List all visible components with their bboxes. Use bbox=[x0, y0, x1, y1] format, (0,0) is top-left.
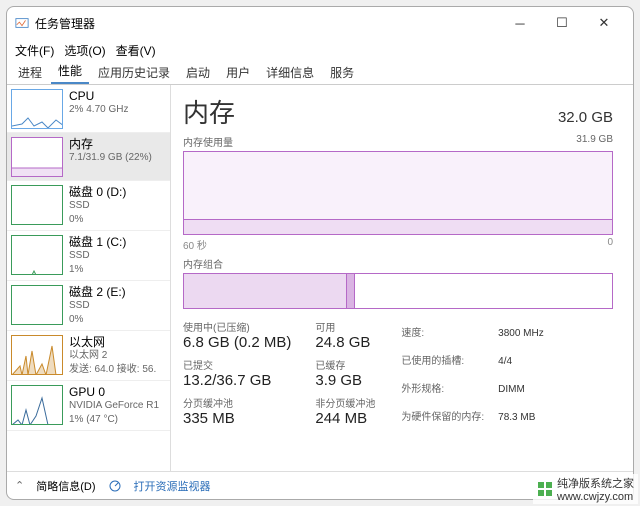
tab-processes[interactable]: 进程 bbox=[11, 61, 49, 84]
window-title: 任务管理器 bbox=[35, 15, 95, 32]
cpu-thumb bbox=[11, 89, 63, 129]
app-icon bbox=[15, 16, 29, 30]
tab-services[interactable]: 服务 bbox=[323, 61, 361, 84]
tab-details[interactable]: 详细信息 bbox=[259, 61, 321, 84]
mem-thumb bbox=[11, 137, 63, 177]
disk0-thumb bbox=[11, 185, 63, 225]
form-value: DIMM bbox=[498, 377, 544, 403]
tab-performance[interactable]: 性能 bbox=[51, 59, 89, 84]
disk1-thumb bbox=[11, 235, 63, 275]
cached-label: 已缓存 bbox=[315, 357, 375, 372]
panel-title: 内存 bbox=[183, 93, 235, 130]
usage-label: 内存使用量 bbox=[183, 134, 233, 149]
minimize-button[interactable]: ─ bbox=[499, 9, 541, 37]
hwreserved-value: 78.3 MB bbox=[498, 405, 544, 431]
eth-thumb bbox=[11, 335, 63, 375]
sidebar: CPU2% 4.70 GHz 内存7.1/31.9 GB (22%) 磁盘 0 … bbox=[7, 85, 171, 471]
usage-max: 31.9 GB bbox=[576, 134, 613, 149]
close-button[interactable]: ✕ bbox=[583, 9, 625, 37]
titlebar[interactable]: 任务管理器 ─ ☐ ✕ bbox=[7, 7, 633, 39]
paged-label: 分页缓冲池 bbox=[183, 395, 291, 410]
nonpaged-value: 244 MB bbox=[315, 410, 375, 427]
watermark: 纯净版系统之家 www.cwjzy.com bbox=[533, 474, 638, 504]
sidebar-item-memory[interactable]: 内存7.1/31.9 GB (22%) bbox=[7, 133, 170, 181]
composition-label: 内存组合 bbox=[183, 256, 223, 271]
menubar: 文件(F) 选项(O) 查看(V) bbox=[7, 39, 633, 61]
memory-usage-chart bbox=[183, 151, 613, 235]
speed-value: 3800 MHz bbox=[498, 321, 544, 347]
sidebar-item-ethernet[interactable]: 以太网以太网 2发送: 64.0 接收: 56. bbox=[7, 331, 170, 381]
memory-composition-chart bbox=[183, 273, 613, 309]
slots-value: 4/4 bbox=[498, 349, 544, 375]
avail-value: 24.8 GB bbox=[315, 334, 375, 351]
main-panel: 内存 32.0 GB 内存使用量 31.9 GB 60 秒 0 内存组合 使用中(已… bbox=[171, 85, 633, 471]
resmon-icon bbox=[108, 479, 122, 493]
tab-history[interactable]: 应用历史记录 bbox=[91, 61, 177, 84]
fewer-details-link[interactable]: 简略信息(D) bbox=[36, 478, 95, 494]
avail-label: 可用 bbox=[315, 319, 375, 334]
nonpaged-label: 非分页缓冲池 bbox=[315, 395, 375, 410]
menu-file[interactable]: 文件(F) bbox=[15, 42, 54, 59]
task-manager-window: 任务管理器 ─ ☐ ✕ 文件(F) 选项(O) 查看(V) 进程 性能 应用历史… bbox=[6, 6, 634, 500]
sidebar-item-disk1[interactable]: 磁盘 1 (C:)SSD1% bbox=[7, 231, 170, 281]
cached-value: 3.9 GB bbox=[315, 372, 375, 389]
tab-users[interactable]: 用户 bbox=[219, 61, 257, 84]
gpu-thumb bbox=[11, 385, 63, 425]
sidebar-item-gpu[interactable]: GPU 0NVIDIA GeForce R11% (47 °C) bbox=[7, 381, 170, 431]
memory-total: 32.0 GB bbox=[558, 109, 613, 126]
inuse-label: 使用中(已压缩) bbox=[183, 319, 291, 334]
paged-value: 335 MB bbox=[183, 410, 291, 427]
sidebar-item-disk2[interactable]: 磁盘 2 (E:)SSD0% bbox=[7, 281, 170, 331]
commit-label: 已提交 bbox=[183, 357, 291, 372]
collapse-icon[interactable]: ⌃ bbox=[15, 479, 24, 492]
memory-details-table: 速度:3800 MHz 已使用的插槽:4/4 外形规格:DIMM 为硬件保留的内… bbox=[399, 319, 545, 433]
disk2-thumb bbox=[11, 285, 63, 325]
menu-options[interactable]: 选项(O) bbox=[64, 42, 105, 59]
axis-right: 0 bbox=[607, 237, 613, 252]
inuse-value: 6.8 GB (0.2 MB) bbox=[183, 334, 291, 351]
menu-view[interactable]: 查看(V) bbox=[116, 42, 156, 59]
commit-value: 13.2/36.7 GB bbox=[183, 372, 291, 389]
tab-bar: 进程 性能 应用历史记录 启动 用户 详细信息 服务 bbox=[7, 61, 633, 85]
axis-left: 60 秒 bbox=[183, 237, 207, 252]
sidebar-item-cpu[interactable]: CPU2% 4.70 GHz bbox=[7, 85, 170, 133]
open-resmon-link[interactable]: 打开资源监视器 bbox=[134, 478, 211, 494]
sidebar-item-disk0[interactable]: 磁盘 0 (D:)SSD0% bbox=[7, 181, 170, 231]
tab-startup[interactable]: 启动 bbox=[179, 61, 217, 84]
maximize-button[interactable]: ☐ bbox=[541, 9, 583, 37]
